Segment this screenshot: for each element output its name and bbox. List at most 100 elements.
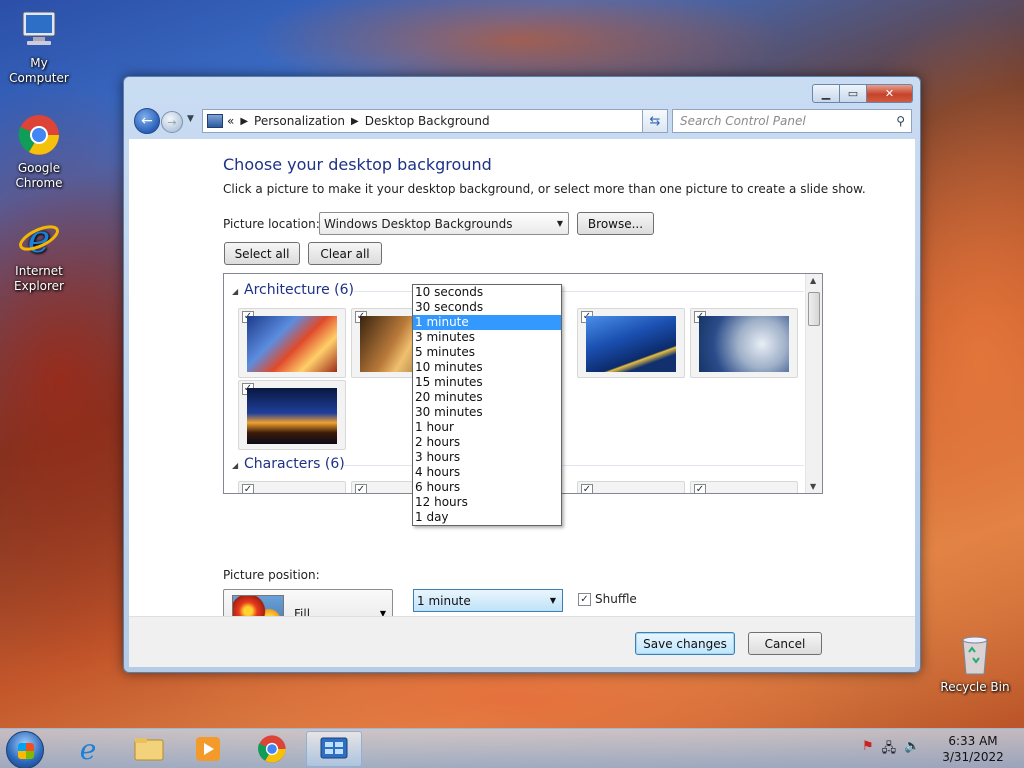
- scrollbar-thumb[interactable]: [808, 292, 820, 326]
- desktop-icon-label: Google Chrome: [15, 161, 63, 190]
- save-changes-button[interactable]: Save changes: [635, 632, 735, 655]
- cancel-button[interactable]: Cancel: [748, 632, 822, 655]
- thumbnail-checkbox[interactable]: ✓: [355, 484, 367, 493]
- control-panel-icon: [207, 114, 223, 128]
- desktop-icon-label: Internet Explorer: [14, 264, 64, 293]
- picture-location-value: Windows Desktop Backgrounds: [324, 216, 513, 231]
- back-button[interactable]: ←: [134, 108, 160, 134]
- minimize-button[interactable]: ▁: [812, 84, 840, 103]
- interval-value: 1 minute: [417, 593, 471, 608]
- shuffle-checkbox[interactable]: ✓ Shuffle: [578, 592, 637, 606]
- interval-option[interactable]: 10 seconds: [413, 285, 561, 300]
- interval-option[interactable]: 10 minutes: [413, 360, 561, 375]
- browse-button[interactable]: Browse...: [577, 212, 654, 235]
- taskbar-control-panel[interactable]: [306, 731, 362, 767]
- wallpaper-thumbnail[interactable]: ✓: [238, 308, 346, 378]
- desktop-icon-google-chrome[interactable]: Google Chrome: [0, 113, 78, 191]
- group-header-architecture[interactable]: Architecture (6): [244, 282, 354, 298]
- scroll-up-icon[interactable]: ▲: [810, 276, 816, 285]
- interval-option[interactable]: 2 hours: [413, 435, 561, 450]
- media-player-icon: [196, 737, 220, 761]
- interval-option[interactable]: 6 hours: [413, 480, 561, 495]
- architecture-image-1: [247, 316, 337, 372]
- action-center-icon[interactable]: ⚑: [862, 739, 874, 761]
- search-icon[interactable]: ⚲: [896, 114, 905, 128]
- wallpaper-thumbnail[interactable]: ✓: [238, 481, 346, 493]
- select-all-button[interactable]: Select all: [224, 242, 300, 265]
- interval-option-selected[interactable]: 1 minute: [413, 315, 561, 330]
- interval-dropdown-list: 10 seconds 30 seconds 1 minute 3 minutes…: [412, 284, 562, 526]
- taskbar-media-player[interactable]: [180, 731, 236, 767]
- taskbar-google-chrome[interactable]: [244, 731, 300, 767]
- wallpaper-thumbnail[interactable]: ✓: [577, 481, 685, 493]
- search-input[interactable]: Search Control Panel ⚲: [672, 109, 912, 133]
- desktop-icon-label: Recycle Bin: [940, 680, 1010, 694]
- search-placeholder: Search Control Panel: [680, 114, 806, 128]
- thumbnail-checkbox[interactable]: ✓: [581, 484, 593, 493]
- address-bar[interactable]: « ▶ Personalization ▶ Desktop Background…: [202, 109, 667, 133]
- chrome-icon: [17, 113, 61, 157]
- computer-icon: [17, 8, 61, 52]
- interval-option[interactable]: 4 hours: [413, 465, 561, 480]
- arrow-right-icon: →: [167, 115, 177, 129]
- gallery-scrollbar[interactable]: ▲ ▼: [805, 274, 822, 493]
- taskbar-file-explorer[interactable]: [121, 731, 177, 767]
- interval-option[interactable]: 3 hours: [413, 450, 561, 465]
- wallpaper-thumbnail[interactable]: ✓: [690, 308, 798, 378]
- desktop-icon-recycle-bin[interactable]: Recycle Bin: [936, 632, 1014, 695]
- wallpaper-thumbnail[interactable]: ✓: [238, 380, 346, 450]
- change-picture-interval-select[interactable]: 1 minute ▼: [413, 589, 563, 612]
- close-icon: ✕: [884, 87, 895, 100]
- group-header-characters[interactable]: Characters (6): [244, 456, 345, 472]
- scroll-down-icon[interactable]: ▼: [810, 482, 816, 491]
- picture-location-select[interactable]: Windows Desktop Backgrounds ▼: [319, 212, 569, 235]
- interval-option[interactable]: 1 day: [413, 510, 561, 525]
- picture-location-label: Picture location:: [223, 217, 320, 231]
- arrow-left-icon: ←: [141, 113, 153, 129]
- taskbar-internet-explorer[interactable]: e: [60, 731, 116, 767]
- recent-pages-dropdown[interactable]: ▼: [187, 114, 194, 124]
- close-button[interactable]: ✕: [867, 84, 913, 103]
- interval-option[interactable]: 30 seconds: [413, 300, 561, 315]
- volume-icon[interactable]: 🔊: [904, 739, 920, 761]
- clock-time: 6:33 AM: [948, 734, 998, 748]
- minimize-icon: ▁: [821, 87, 831, 100]
- interval-option[interactable]: 30 minutes: [413, 405, 561, 420]
- address-overflow[interactable]: «: [227, 114, 234, 128]
- start-button[interactable]: [6, 731, 44, 768]
- maximize-button[interactable]: ▭: [840, 84, 867, 103]
- desktop-icon-my-computer[interactable]: My Computer: [0, 8, 78, 86]
- shuffle-label: Shuffle: [595, 592, 637, 606]
- interval-option[interactable]: 20 minutes: [413, 390, 561, 405]
- wallpaper-thumbnail[interactable]: ✓: [690, 481, 798, 493]
- interval-option[interactable]: 3 minutes: [413, 330, 561, 345]
- internet-explorer-icon: e: [17, 216, 61, 261]
- system-tray: ⚑ 🖧 🔊: [862, 739, 920, 761]
- architecture-image-5: [586, 316, 676, 372]
- network-icon[interactable]: 🖧: [882, 739, 897, 761]
- collapse-icon[interactable]: ◢: [232, 287, 238, 296]
- maximize-icon: ▭: [847, 87, 859, 100]
- interval-option[interactable]: 12 hours: [413, 495, 561, 510]
- caption-buttons: ▁ ▭ ✕: [812, 84, 913, 103]
- breadcrumb-desktop-background[interactable]: Desktop Background: [365, 114, 490, 128]
- checkbox-check-icon[interactable]: ✓: [578, 592, 591, 606]
- interval-option[interactable]: 15 minutes: [413, 375, 561, 390]
- thumbnail-checkbox[interactable]: ✓: [242, 484, 254, 493]
- clear-all-button[interactable]: Clear all: [308, 242, 382, 265]
- collapse-icon[interactable]: ◢: [232, 461, 238, 470]
- chevron-right-icon: ▶: [351, 115, 359, 127]
- desktop-icon-internet-explorer[interactable]: e Internet Explorer: [0, 216, 78, 294]
- clock[interactable]: 6:33 AM 3/31/2022: [932, 733, 1014, 765]
- window-footer: Save changes Cancel: [129, 616, 915, 667]
- chevron-down-icon: ▼: [556, 219, 563, 228]
- clock-date: 3/31/2022: [942, 750, 1004, 764]
- wallpaper-thumbnail[interactable]: ✓: [577, 308, 685, 378]
- page-description: Click a picture to make it your desktop …: [223, 182, 866, 196]
- breadcrumb-personalization[interactable]: Personalization: [254, 114, 345, 128]
- thumbnail-checkbox[interactable]: ✓: [694, 484, 706, 493]
- interval-option[interactable]: 1 hour: [413, 420, 561, 435]
- refresh-button[interactable]: ⇆: [642, 109, 668, 133]
- forward-button[interactable]: →: [161, 111, 183, 133]
- interval-option[interactable]: 5 minutes: [413, 345, 561, 360]
